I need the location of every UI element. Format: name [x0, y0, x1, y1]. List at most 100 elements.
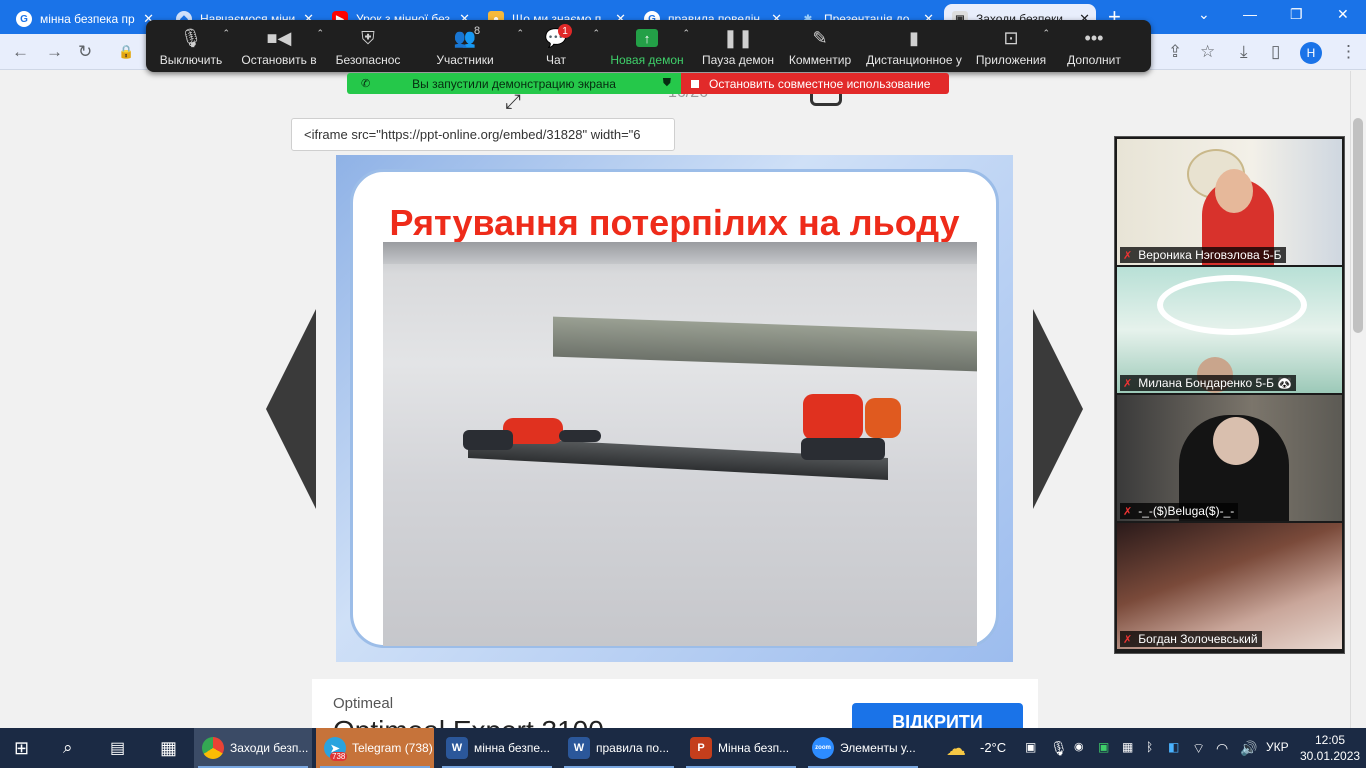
windows-start-icon[interactable]: ⊞: [14, 728, 29, 768]
zoom-icon: zoom: [812, 737, 834, 759]
microphone-icon: 🎙: [179, 27, 203, 48]
chevron-down-icon[interactable]: ⌃: [222, 28, 230, 39]
mouse-icon: ▮: [909, 27, 919, 48]
muted-mic-icon: ✗: [1123, 249, 1133, 262]
participants-icon: 👥: [453, 27, 477, 48]
stop-share-button[interactable]: Остановить совместное использование: [681, 73, 949, 94]
video-person-face: [1215, 169, 1253, 213]
task-view-icon[interactable]: ▤: [110, 728, 125, 768]
prev-slide-button[interactable]: [266, 309, 316, 509]
stop-share-label: Остановить совместное использование: [709, 76, 931, 91]
tray-app-icon[interactable]: ▣: [1098, 740, 1109, 754]
wifi-icon[interactable]: ◠: [1216, 740, 1228, 757]
weather-icon[interactable]: ☁: [946, 736, 966, 761]
pause-share-button[interactable]: ❚❚ Пауза демон: [698, 26, 778, 68]
participant-count: 8: [474, 25, 481, 37]
taskbar-app-zoom[interactable]: zoom Элементы у...: [804, 728, 922, 768]
taskbar-app-chrome[interactable]: Заходи безп...: [194, 728, 312, 768]
forward-icon[interactable]: →: [46, 42, 63, 62]
more-label: Дополнит: [1067, 53, 1121, 67]
weather-temperature[interactable]: -2°C: [980, 740, 1006, 755]
volume-icon[interactable]: 🔊: [1240, 740, 1257, 757]
chat-label: Чат: [546, 53, 566, 67]
windows-taskbar: ⊞ ⌕ ▤ ▦ Заходи безп... ➤ 738 Telegram (7…: [0, 728, 1366, 768]
muted-mic-icon: ✗: [1123, 505, 1133, 518]
more-icon: •••: [1084, 27, 1104, 48]
shield-check-icon: ⛊: [662, 77, 671, 89]
taskbar-app-label: Telegram (738): [352, 741, 433, 755]
tray-app-icon[interactable]: ▣: [1025, 740, 1036, 754]
embed-icon[interactable]: [810, 92, 842, 106]
photo-victim: [463, 430, 513, 450]
taskbar-app-label: Элементы у...: [840, 741, 916, 755]
zoom-tray-icon[interactable]: ◉: [1074, 740, 1084, 753]
video-ceiling: [1157, 275, 1307, 335]
fullscreen-icon[interactable]: ⤢: [505, 91, 521, 114]
slide-frame: Рятування потерпілих на льоду: [350, 169, 999, 648]
next-slide-button[interactable]: [1033, 309, 1083, 509]
video-tile[interactable]: ✗ Богдан Золочевський: [1117, 523, 1342, 649]
participant-name-tag: ✗ Вероника Нэговэлова 5-Б: [1120, 247, 1286, 263]
restore-icon[interactable]: ❐: [1290, 6, 1303, 23]
remote-control-label: Дистанционное у: [866, 53, 962, 67]
muted-mic-icon: ✗: [1123, 633, 1133, 646]
microphone-tray-icon[interactable]: 🎙: [1050, 740, 1068, 757]
browser-tab-1[interactable]: G мінна безпека пр ✕: [8, 4, 160, 34]
menu-icon[interactable]: ⋮: [1340, 42, 1357, 62]
share-icon[interactable]: ⇪: [1168, 42, 1182, 62]
back-icon[interactable]: ←: [12, 42, 29, 62]
side-panel-icon[interactable]: ▯: [1271, 42, 1280, 62]
video-person-face: [1213, 417, 1259, 465]
download-icon[interactable]: ⤓: [1240, 42, 1248, 62]
more-button[interactable]: ••• Дополнит: [1056, 26, 1132, 68]
new-share-button[interactable]: ↑ ⌃ Новая демон: [596, 26, 698, 67]
mute-button[interactable]: 🎙 ⌃ Выключить: [146, 26, 236, 68]
photo-rescuer-legs: [801, 438, 885, 460]
remote-control-button[interactable]: ▮ Дистанционное у: [862, 26, 966, 68]
taskbar-app-label: Заходи безп...: [230, 741, 309, 755]
stop-video-button[interactable]: ■◀ ⌃ Остановить в: [236, 26, 324, 68]
taskbar-app-powerpoint[interactable]: P Мінна безп...: [682, 728, 800, 768]
annotate-button[interactable]: ✎ Комментир: [778, 26, 862, 68]
video-tile[interactable]: ✗ Милана Бондаренко 5-Б 🐼: [1117, 267, 1342, 393]
search-icon[interactable]: ⌕: [63, 728, 73, 768]
apps-button[interactable]: ⊡ ⌃ Приложения: [966, 26, 1056, 68]
taskbar-app-telegram[interactable]: ➤ 738 Telegram (738): [316, 728, 434, 768]
bluetooth-icon[interactable]: ᛒ: [1146, 740, 1153, 754]
apps-icon: ⊡: [1003, 27, 1019, 48]
tab-label: мінна безпека пр: [40, 12, 135, 26]
pause-share-label: Пауза демон: [702, 53, 774, 67]
new-share-label: Новая демон: [610, 53, 684, 67]
apps-label: Приложения: [975, 53, 1047, 67]
telegram-badge: 738: [330, 752, 348, 761]
participants-gallery: ✗ Вероника Нэговэлова 5-Б ✗ Милана Бондаре…: [1114, 136, 1345, 654]
scrollbar-thumb[interactable]: [1353, 118, 1363, 333]
participants-button[interactable]: 👥 8 ⌃ Участники: [414, 25, 524, 67]
tab-search-icon[interactable]: ⌄: [1198, 6, 1210, 23]
chevron-down-icon[interactable]: ⌃: [1042, 28, 1050, 39]
video-tile[interactable]: ✗ Вероника Нэговэлова 5-Б: [1117, 139, 1342, 265]
reload-icon[interactable]: ↻: [78, 42, 92, 62]
calculator-icon[interactable]: ▦: [160, 728, 177, 768]
network-icon[interactable]: ⌔: [1192, 740, 1205, 758]
close-window-icon[interactable]: ✕: [1337, 6, 1349, 23]
tray-app-icon[interactable]: ▦: [1122, 740, 1133, 754]
minimize-icon[interactable]: —: [1243, 6, 1257, 22]
system-clock[interactable]: 12:05 30.01.2023: [1300, 732, 1360, 764]
language-indicator[interactable]: УКР: [1266, 740, 1289, 754]
tray-app-icon[interactable]: ◧: [1168, 740, 1179, 754]
video-camera-icon: ■◀: [266, 27, 292, 48]
google-icon: G: [16, 11, 32, 27]
security-button[interactable]: ⛨ Безопаснос: [322, 26, 414, 68]
taskbar-app-word-1[interactable]: W мінна безпе...: [438, 728, 556, 768]
embed-code-field[interactable]: <iframe src="https://ppt-online.org/embe…: [291, 118, 675, 151]
participant-name: Богдан Золочевський: [1138, 632, 1258, 646]
bookmark-star-icon[interactable]: ☆: [1200, 42, 1215, 62]
chevron-down-icon[interactable]: ⌃: [682, 28, 690, 39]
pause-icon: ❚❚: [722, 27, 754, 48]
taskbar-app-word-2[interactable]: W правила по...: [560, 728, 678, 768]
video-tile[interactable]: ✗ -_-($)Beluga($)-_-: [1117, 395, 1342, 521]
avatar[interactable]: Н: [1300, 42, 1322, 64]
chat-button[interactable]: 💬 1 ⌃ Чат: [516, 24, 600, 67]
word-icon: W: [446, 737, 468, 759]
